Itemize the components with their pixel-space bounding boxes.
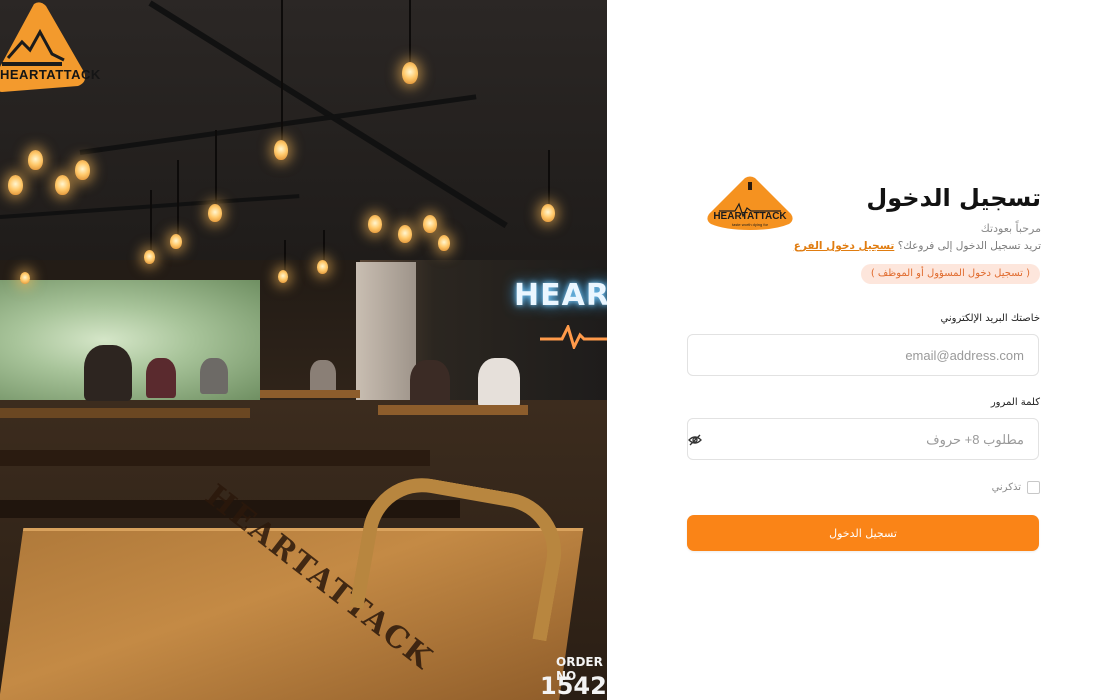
email-input[interactable] [688,335,1038,375]
order-sign-number: 1542 [540,672,607,700]
diner-silhouette [84,345,132,401]
remember-me: تذكرني [992,481,1040,494]
lamp-wire [177,160,179,235]
diner-silhouette [478,358,520,408]
role-login-toggle[interactable]: ( تسجيل دخول المسؤول أو الموظف ) [860,264,1040,284]
pillar [356,262,416,412]
light-bulb [8,175,23,195]
restaurant-photo: HEART HEARTATTACK ORDER NO 1542 HEARTATT… [0,0,607,700]
light-bulb [144,250,155,264]
heartbeat-neon-icon [540,325,607,349]
diner-silhouette [200,358,228,394]
lamp-wire [548,150,550,205]
light-bulb [317,260,328,274]
password-input[interactable] [688,419,1038,459]
branch-login-link[interactable]: تسجيل دخول الفرع [794,240,895,252]
email-label: خاصتك البريد الإلكتروني [940,313,1040,324]
brand-badge-text: HEARTATTACK [0,67,101,82]
back-table [260,390,360,398]
email-field-wrapper [687,334,1039,376]
light-bulb [170,234,182,249]
light-bulb [208,204,222,222]
light-bulb [398,225,412,243]
branch-prompt: تريد تسجيل الدخول إلى فروعك؟ [897,240,1041,252]
password-label: كلمة المرور [990,397,1040,408]
lamp-wire [284,240,286,270]
light-bulb [28,150,43,170]
diner-silhouette [146,358,176,398]
light-bulb [423,215,437,233]
light-bulb [20,272,30,284]
lamp-wire [215,130,217,205]
diner-silhouette [410,360,450,410]
page-title: تسجيل الدخول [866,184,1041,212]
welcome-text: مرحباً بعودتك [980,222,1041,235]
light-bulb [274,140,288,160]
logo-tagline: taste worth dying for [732,222,769,227]
logo-wordmark: HEARTATTACK [713,211,787,222]
heartattack-logo: HEARTATTACK taste worth dying for [707,176,793,230]
light-bulb [368,215,382,233]
ceiling [0,0,607,260]
light-bulb [55,175,70,195]
remember-me-label: تذكرني [991,482,1021,493]
back-table [378,405,528,415]
light-bulb [278,270,288,283]
neon-sign: HEART [514,278,607,313]
lamp-wire [150,190,152,250]
remember-me-checkbox[interactable] [1027,481,1040,494]
eye-off-icon[interactable] [688,433,702,447]
bench [0,408,250,418]
lamp-wire [281,0,283,140]
light-bulb [75,160,90,180]
lamp-wire [323,230,325,260]
bench [0,450,430,466]
login-button[interactable]: تسجيل الدخول [687,515,1039,551]
branch-login-line: تريد تسجيل الدخول إلى فروعك؟ تسجيل دخول … [794,240,1041,252]
login-panel: تسجيل الدخول HEARTATTACK taste worth dyi… [607,0,1120,700]
diner-silhouette [310,360,336,394]
password-field-wrapper [687,418,1039,460]
light-bulb [402,62,418,84]
light-bulb [438,235,450,251]
lamp-wire [409,0,411,62]
light-bulb [541,204,555,222]
